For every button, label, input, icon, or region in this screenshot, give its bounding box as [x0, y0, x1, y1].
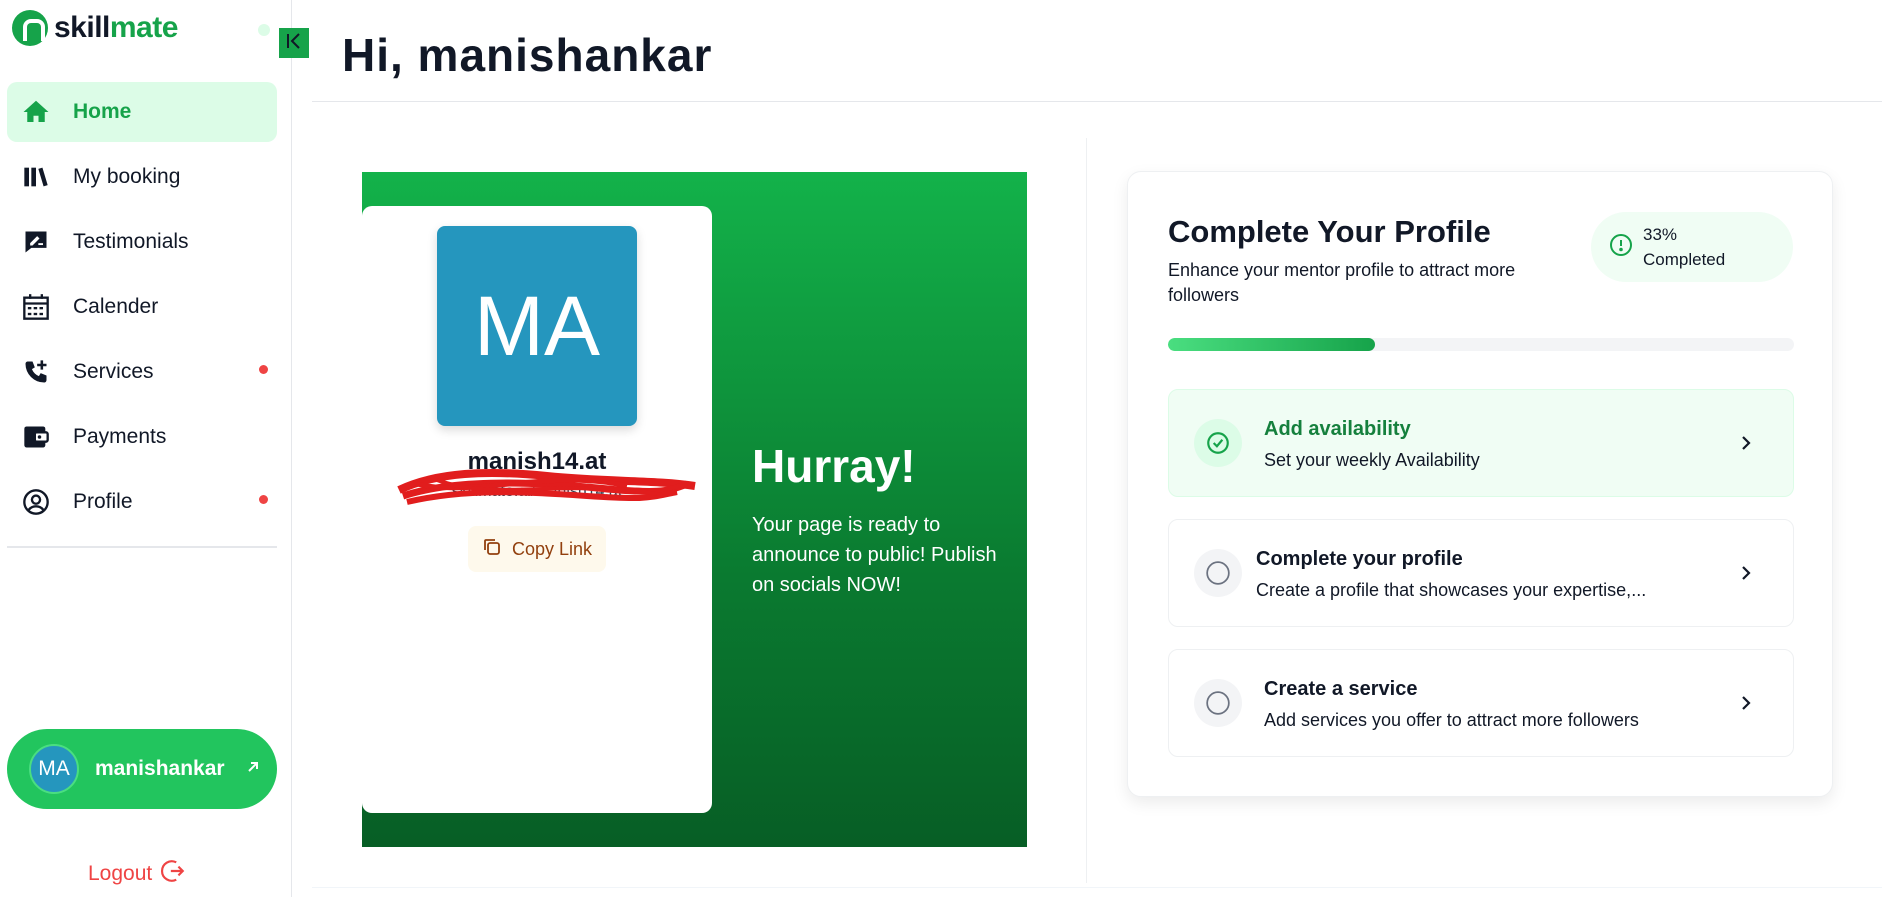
status-dot — [258, 24, 270, 36]
task-subtitle: Create a profile that showcases your exp… — [1256, 580, 1647, 600]
avatar: MA — [29, 744, 79, 794]
copy-link-button[interactable]: Copy Link — [468, 526, 606, 572]
sidebar-item-label: Profile — [73, 490, 133, 513]
panel-title: Complete Your Profile — [1168, 214, 1491, 249]
sidebar-item-calender[interactable]: Calender — [7, 277, 277, 337]
sidebar-item-services[interactable]: Services — [7, 342, 277, 402]
share-card: MA manish14.at skillmate.ai/manish14.at … — [362, 172, 1027, 847]
sidebar-item-my-booking[interactable]: My booking — [7, 147, 277, 207]
brand-name-part2: mate — [109, 11, 179, 44]
copy-icon — [482, 537, 502, 562]
external-arrow-icon — [245, 759, 261, 780]
profile-avatar: MA — [437, 226, 637, 426]
sidebar: skillmate Home My booking Testimonials C… — [0, 0, 292, 897]
logout-label: Logout — [88, 862, 153, 885]
task-title: Create a service — [1264, 678, 1418, 700]
notification-dot — [259, 365, 268, 374]
sidebar-item-label: My booking — [73, 165, 181, 188]
calendar-icon — [21, 292, 51, 322]
sidebar-item-label: Payments — [73, 425, 167, 448]
chevron-right-icon — [1739, 432, 1753, 459]
collapse-sidebar-button[interactable] — [279, 28, 309, 58]
sidebar-item-profile[interactable]: Profile — [7, 472, 277, 532]
hurray-message: Your page is ready to announce to public… — [752, 514, 997, 596]
task-complete-profile[interactable]: Complete your profile Create a profile t… — [1168, 519, 1794, 627]
task-subtitle: Set your weekly Availability — [1264, 450, 1480, 470]
alert-circle-icon — [1609, 233, 1633, 262]
sidebar-item-label: Calender — [73, 295, 159, 318]
page-title: Hi, manishankar — [342, 29, 713, 81]
sidebar-item-label: Testimonials — [73, 230, 189, 253]
hurray-heading: Hurray! — [752, 440, 916, 492]
wallet-icon — [21, 422, 51, 452]
sidebar-item-label: Home — [73, 100, 132, 123]
header-divider — [312, 101, 1882, 102]
sidebar-item-testimonials[interactable]: Testimonials — [7, 212, 277, 272]
chevron-right-icon — [1739, 692, 1753, 719]
brand-logo[interactable]: skillmate — [12, 10, 178, 46]
books-icon — [21, 162, 51, 192]
profile-completion-panel: Complete Your Profile Enhance your mento… — [1127, 171, 1833, 797]
progress-fill — [1168, 338, 1375, 351]
notification-dot — [259, 495, 268, 504]
panel-subtitle: Enhance your mentor profile to attract m… — [1168, 260, 1516, 305]
brand-name-part1: skill — [54, 11, 110, 44]
content-divider — [1086, 138, 1087, 883]
task-title: Add availability — [1264, 418, 1411, 440]
profile-preview-card: MA manish14.at skillmate.ai/manish14.at … — [362, 206, 712, 813]
task-status-icon — [1194, 419, 1242, 467]
task-subtitle: Add services you offer to attract more f… — [1264, 710, 1639, 730]
sidebar-item-label: Services — [73, 360, 154, 383]
phone-add-icon — [21, 357, 51, 387]
home-icon — [21, 97, 51, 127]
sidebar-item-home[interactable]: Home — [7, 82, 277, 142]
task-add-availability[interactable]: Add availability Set your weekly Availab… — [1168, 389, 1794, 497]
logout-button[interactable]: Logout — [88, 858, 186, 890]
chevron-right-icon — [1739, 562, 1753, 589]
logout-icon — [160, 858, 186, 890]
logo-icon — [12, 10, 48, 46]
sidebar-divider — [7, 546, 277, 548]
completion-text: 33% Completed — [1643, 225, 1726, 269]
task-status-icon — [1194, 549, 1242, 597]
completion-badge: 33% Completed — [1591, 212, 1793, 282]
sidebar-item-payments[interactable]: Payments — [7, 407, 277, 467]
task-title: Complete your profile — [1256, 548, 1463, 570]
task-create-service[interactable]: Create a service Add services you offer … — [1168, 649, 1794, 757]
sidebar-nav: Home My booking Testimonials Calender Se… — [7, 82, 277, 537]
task-status-icon — [1194, 679, 1242, 727]
collapse-icon — [284, 31, 304, 56]
redaction-scribble — [397, 468, 696, 505]
user-profile-button[interactable]: MA manishankar — [7, 729, 277, 809]
copy-link-label: Copy Link — [511, 538, 593, 559]
completion-progress-bar — [1168, 338, 1794, 351]
testimonial-icon — [21, 227, 51, 257]
footer-divider — [312, 887, 1882, 888]
user-name: manishankar — [95, 757, 225, 780]
user-circle-icon — [21, 487, 51, 517]
brand-name: skillmate — [54, 11, 178, 45]
